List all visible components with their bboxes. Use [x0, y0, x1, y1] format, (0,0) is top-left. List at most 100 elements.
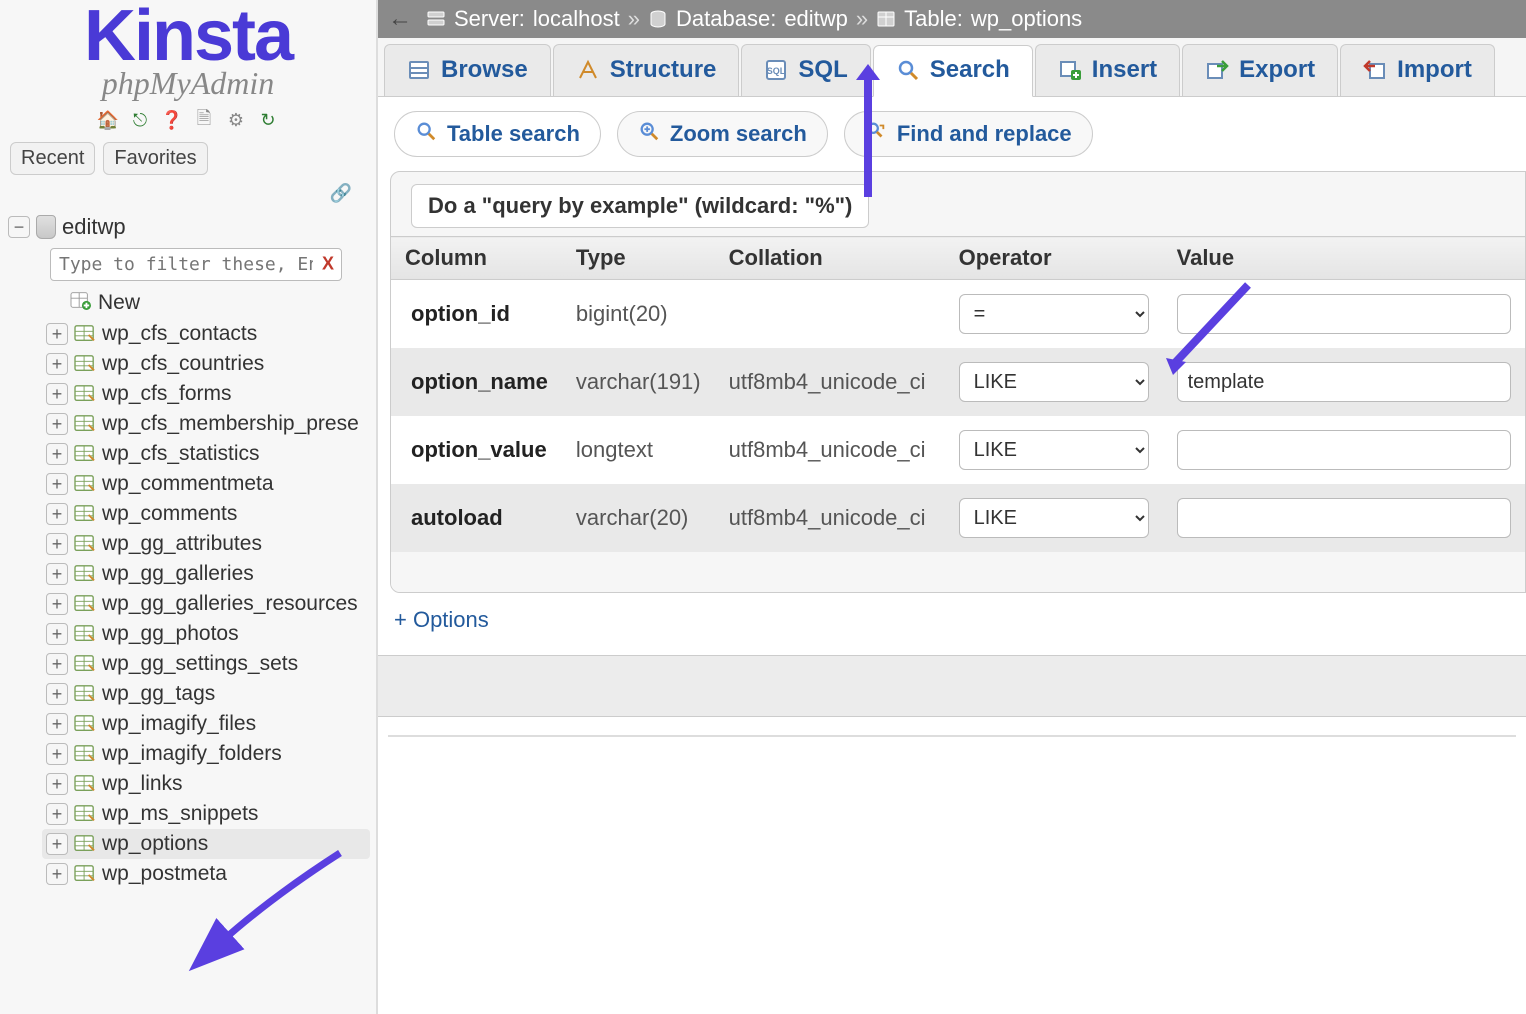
table-name: wp_options — [102, 832, 208, 856]
breadcrumb-server[interactable]: localhost — [533, 6, 620, 32]
table-item[interactable]: +wp_imagify_files — [42, 709, 370, 739]
breadcrumb-db-label: Database: — [676, 6, 776, 32]
expand-icon[interactable]: + — [46, 743, 68, 765]
table-item[interactable]: +wp_cfs_forms — [42, 379, 370, 409]
operator-select[interactable]: LIKE — [959, 362, 1149, 402]
table-name: wp_gg_galleries_resources — [102, 592, 358, 616]
new-table-label: New — [98, 291, 140, 315]
table-item[interactable]: +wp_gg_galleries — [42, 559, 370, 589]
clear-filter-icon[interactable]: X — [322, 254, 334, 275]
insert-icon — [1058, 58, 1082, 82]
search-row: option_namevarchar(191)utf8mb4_unicode_c… — [391, 348, 1525, 416]
table-icon — [74, 774, 96, 794]
logout-icon[interactable]: ⎋ — [129, 110, 151, 132]
expand-icon[interactable]: + — [46, 593, 68, 615]
tab-sql[interactable]: SQL SQL — [741, 44, 870, 96]
settings-icon[interactable]: ⚙ — [225, 110, 247, 132]
collapse-icon[interactable]: − — [8, 216, 30, 238]
expand-icon[interactable]: + — [46, 383, 68, 405]
table-icon — [74, 714, 96, 734]
tab-insert[interactable]: Insert — [1035, 44, 1180, 96]
table-item[interactable]: + wp_options — [42, 829, 370, 859]
subtab-find-replace[interactable]: Find and replace — [844, 111, 1093, 157]
table-item[interactable]: + wp_cfs_countries — [42, 349, 370, 379]
database-node[interactable]: − editwp — [6, 212, 370, 244]
value-input[interactable] — [1177, 362, 1511, 402]
search-icon — [415, 120, 437, 148]
table-item[interactable]: +wp_gg_tags — [42, 679, 370, 709]
table-item[interactable]: +wp_comments — [42, 499, 370, 529]
table-item[interactable]: +wp_gg_photos — [42, 619, 370, 649]
table-filter-input[interactable] — [50, 248, 342, 281]
tab-label: Browse — [441, 56, 528, 84]
breadcrumb-database[interactable]: editwp — [784, 6, 848, 32]
back-icon[interactable]: ← — [388, 5, 418, 33]
subtab-table-search[interactable]: Table search — [394, 111, 601, 157]
table-item[interactable]: + wp_ms_snippets — [42, 799, 370, 829]
expand-icon[interactable]: + — [46, 623, 68, 645]
sql-icon[interactable]: 🗎 — [193, 110, 215, 132]
tab-browse[interactable]: Browse — [384, 44, 551, 96]
table-name: wp_cfs_countries — [102, 352, 264, 376]
table-name: wp_cfs_membership_prese — [102, 412, 359, 436]
value-input[interactable] — [1177, 430, 1511, 470]
row-collation: utf8mb4_unicode_ci — [715, 348, 945, 416]
home-icon[interactable]: 🏠 — [97, 110, 119, 132]
expand-icon[interactable]: + — [46, 563, 68, 585]
expand-icon[interactable]: + — [46, 683, 68, 705]
recent-tab[interactable]: Recent — [10, 142, 95, 175]
options-toggle[interactable]: + Options — [378, 593, 1526, 651]
expand-icon[interactable]: + — [46, 473, 68, 495]
value-input[interactable] — [1177, 498, 1511, 538]
table-item[interactable]: +wp_cfs_contacts — [42, 319, 370, 349]
main-tabs: Browse Structure SQL SQL Search Insert E… — [378, 38, 1526, 97]
expand-icon[interactable]: + — [46, 833, 68, 855]
expand-icon[interactable]: + — [46, 323, 68, 345]
operator-select[interactable]: LIKE — [959, 498, 1149, 538]
reload-icon[interactable]: ↻ — [257, 110, 279, 132]
table-item[interactable]: + wp_gg_galleries_resources — [42, 589, 370, 619]
table-name: wp_ms_snippets — [102, 802, 258, 826]
expand-icon[interactable]: + — [46, 773, 68, 795]
value-input[interactable] — [1177, 294, 1511, 334]
expand-icon[interactable]: + — [46, 413, 68, 435]
expand-icon[interactable]: + — [46, 353, 68, 375]
operator-select[interactable]: LIKE — [959, 430, 1149, 470]
breadcrumb-server-label: Server: — [454, 6, 525, 32]
expand-icon[interactable]: + — [46, 443, 68, 465]
table-item[interactable]: + wp_cfs_membership_prese — [42, 409, 370, 439]
expand-icon[interactable]: + — [46, 503, 68, 525]
table-item[interactable]: +wp_gg_settings_sets — [42, 649, 370, 679]
sidebar: Kinsta phpMyAdmin 🏠 ⎋ ❓ 🗎 ⚙ ↻ Recent Fav… — [0, 0, 378, 1014]
tab-search[interactable]: Search — [873, 45, 1033, 97]
expand-icon[interactable]: + — [46, 863, 68, 885]
table-icon — [74, 324, 96, 344]
table-item[interactable]: +wp_postmeta — [42, 859, 370, 889]
subtab-zoom-search[interactable]: Zoom search — [617, 111, 828, 157]
table-item[interactable]: +wp_imagify_folders — [42, 739, 370, 769]
expand-icon[interactable]: + — [46, 533, 68, 555]
sidebar-toolbar: 🏠 ⎋ ❓ 🗎 ⚙ ↻ — [0, 104, 376, 142]
collapse-link-icon[interactable]: 🔗 — [0, 181, 376, 208]
table-icon — [74, 474, 96, 494]
header-value: Value — [1163, 237, 1525, 280]
tab-import[interactable]: Import — [1340, 44, 1495, 96]
expand-icon[interactable]: + — [46, 653, 68, 675]
search-panel: Do a "query by example" (wildcard: "%") … — [390, 171, 1526, 593]
tab-export[interactable]: Export — [1182, 44, 1338, 96]
row-type: varchar(20) — [562, 484, 715, 552]
table-item[interactable]: +wp_commentmeta — [42, 469, 370, 499]
favorites-tab[interactable]: Favorites — [103, 142, 207, 175]
table-item[interactable]: +wp_links — [42, 769, 370, 799]
expand-icon[interactable]: + — [46, 713, 68, 735]
tab-structure[interactable]: Structure — [553, 44, 740, 96]
row-collation: utf8mb4_unicode_ci — [715, 416, 945, 484]
docs-icon[interactable]: ❓ — [161, 110, 183, 132]
table-item[interactable]: +wp_gg_attributes — [42, 529, 370, 559]
table-item[interactable]: +wp_cfs_statistics — [42, 439, 370, 469]
operator-select[interactable]: = — [959, 294, 1149, 334]
tab-label: Export — [1239, 56, 1315, 84]
expand-icon[interactable]: + — [46, 803, 68, 825]
breadcrumb-table[interactable]: wp_options — [971, 6, 1082, 32]
new-table-item[interactable]: New — [42, 287, 370, 319]
